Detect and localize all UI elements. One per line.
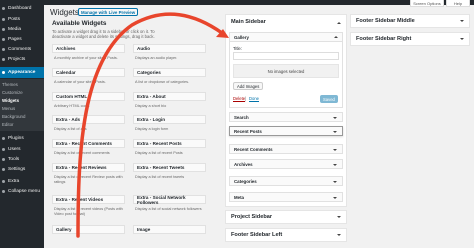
widget-archives[interactable]: Archives <box>52 44 125 53</box>
widget-gallery[interactable]: Gallery <box>52 225 125 234</box>
available-widgets-title: Available Widgets <box>52 20 107 27</box>
widget-description: Display a list of ads <box>54 127 87 131</box>
collapse-icon <box>2 190 5 193</box>
expand-icon[interactable] <box>337 234 341 236</box>
expand-icon[interactable] <box>333 181 337 183</box>
widget-extra-recent-posts[interactable]: Extra - Recent Posts <box>133 139 206 148</box>
widget-description: A monthly archive of your site's Posts. <box>54 56 118 60</box>
sidebar-item-appearance[interactable]: Appearance <box>0 67 44 78</box>
brush-icon <box>2 71 5 74</box>
sidebar-widget-meta[interactable]: Meta <box>229 192 343 202</box>
sidebar-widget-recent-posts[interactable]: Recent Posts <box>229 126 343 136</box>
collapse-menu[interactable]: Collapse menu <box>0 186 44 197</box>
widget-extra-recent-reviews[interactable]: Extra - Recent Reviews <box>52 163 125 172</box>
page-title: Widgets <box>50 8 79 17</box>
widget-categories[interactable]: Categories <box>133 68 206 77</box>
widget-image[interactable]: Image <box>133 225 206 234</box>
expand-icon[interactable] <box>333 131 337 133</box>
expand-icon[interactable] <box>333 164 337 166</box>
done-link[interactable]: Done <box>249 96 259 101</box>
footer-middle-sidebar-title: Footer Sidebar Middle <box>356 18 415 24</box>
submenu-menus[interactable]: Menus <box>0 104 44 112</box>
widget-extra-social-followers[interactable]: Extra - Social Network Followers <box>133 195 206 205</box>
widget-extra-recent-videos[interactable]: Extra - Recent Videos <box>52 195 125 204</box>
admin-sidebar: Dashboard Posts Media Pages Comments Pro… <box>0 0 44 248</box>
widget-audio[interactable]: Audio <box>133 44 206 53</box>
widget-extra-login[interactable]: Extra - Login <box>133 115 206 124</box>
widget-description: Displays an audio player. <box>135 56 178 60</box>
portfolio-icon <box>2 58 5 61</box>
widget-description: Display a list of recent videos (Posts w… <box>54 207 123 216</box>
plugin-icon <box>2 137 5 140</box>
expand-icon[interactable] <box>333 197 337 199</box>
screen-options-tab[interactable]: Screen Options <box>410 0 444 7</box>
widget-description: Display a list of social network followe… <box>135 207 202 211</box>
sidebar-widget-search[interactable]: Search <box>229 112 343 122</box>
sidebar-item-dashboard[interactable]: Dashboard <box>0 3 44 14</box>
widget-description: Arbitrary HTML code. <box>54 104 90 108</box>
delete-link[interactable]: Delete <box>233 96 245 101</box>
help-tab[interactable]: Help <box>446 0 470 7</box>
widget-description: Display a list of recent tweets <box>135 175 185 179</box>
sidebar-item-plugins[interactable]: Plugins <box>0 133 44 144</box>
expand-icon[interactable] <box>333 149 337 151</box>
extra-icon <box>2 180 5 183</box>
widget-description: Display a list of recent Review posts wi… <box>54 175 123 184</box>
comment-icon <box>2 48 5 51</box>
expand-icon[interactable] <box>337 216 341 218</box>
sidebar-widget-categories[interactable]: Categories <box>229 176 343 186</box>
sidebar-widget-archives[interactable]: Archives <box>229 159 343 169</box>
widget-description: Display a list of recent comments <box>54 151 110 155</box>
footer-right-sidebar-title: Footer Sidebar Right <box>356 36 412 42</box>
manage-live-preview-button[interactable]: Manage with Live Preview <box>78 8 139 16</box>
widget-description: Display a list of recent Posts <box>135 151 183 155</box>
widget-description: A calendar of your site's Posts. <box>54 80 106 84</box>
widget-calendar[interactable]: Calendar <box>52 68 125 77</box>
widget-description: Display a login form <box>135 127 169 131</box>
dashboard-icon <box>2 7 5 10</box>
project-sidebar-title: Project Sidebar <box>231 214 273 220</box>
add-images-button[interactable]: Add Images <box>233 82 264 90</box>
sidebar-item-projects[interactable]: Projects <box>0 54 44 65</box>
submenu-themes[interactable]: Themes <box>0 80 44 88</box>
widget-extra-about[interactable]: Extra - About <box>133 92 206 101</box>
submenu-widgets[interactable]: Widgets <box>0 96 44 104</box>
widget-description: A list or dropdown of categories. <box>135 80 190 84</box>
sidebar-widget-recent-comments[interactable]: Recent Comments <box>229 144 343 154</box>
pin-icon <box>2 18 5 21</box>
widget-description: Display a short bio <box>135 104 167 108</box>
collapse-icon[interactable] <box>337 22 341 24</box>
submenu-background[interactable]: Background <box>0 112 44 120</box>
footer-left-sidebar-title: Footer Sidebar Left <box>231 232 283 238</box>
collapse-icon[interactable] <box>334 36 338 38</box>
media-icon <box>2 28 5 31</box>
widget-custom-html[interactable]: Custom HTML <box>52 92 125 101</box>
users-icon <box>2 148 5 151</box>
wrench-icon <box>2 158 5 161</box>
available-widgets-description: To activate a widget drag it to a sideba… <box>52 29 155 39</box>
expand-icon[interactable] <box>460 38 464 40</box>
gallery-widget-header[interactable]: Gallery <box>229 32 343 42</box>
saved-button[interactable]: Saved <box>320 95 338 103</box>
sidebar-item-settings[interactable]: Settings <box>0 164 44 175</box>
submenu-editor[interactable]: Editor <box>0 120 44 128</box>
title-input[interactable] <box>233 52 339 60</box>
expand-icon[interactable] <box>460 20 464 22</box>
widget-extra-recent-tweets[interactable]: Extra - Recent Tweets <box>133 163 206 172</box>
settings-icon <box>2 168 5 171</box>
widget-extra-recent-comments[interactable]: Extra - Recent Comments <box>52 139 125 148</box>
submenu-customize[interactable]: Customize <box>0 88 44 96</box>
title-field-label: Title: <box>233 46 242 51</box>
expand-icon[interactable] <box>333 117 337 119</box>
main-sidebar-title: Main Sidebar <box>231 19 266 25</box>
admin-bar <box>0 0 474 5</box>
widget-extra-ads[interactable]: Extra - Ads <box>52 115 125 124</box>
no-images-notice: No images selected <box>233 64 339 78</box>
pages-icon <box>2 38 5 41</box>
